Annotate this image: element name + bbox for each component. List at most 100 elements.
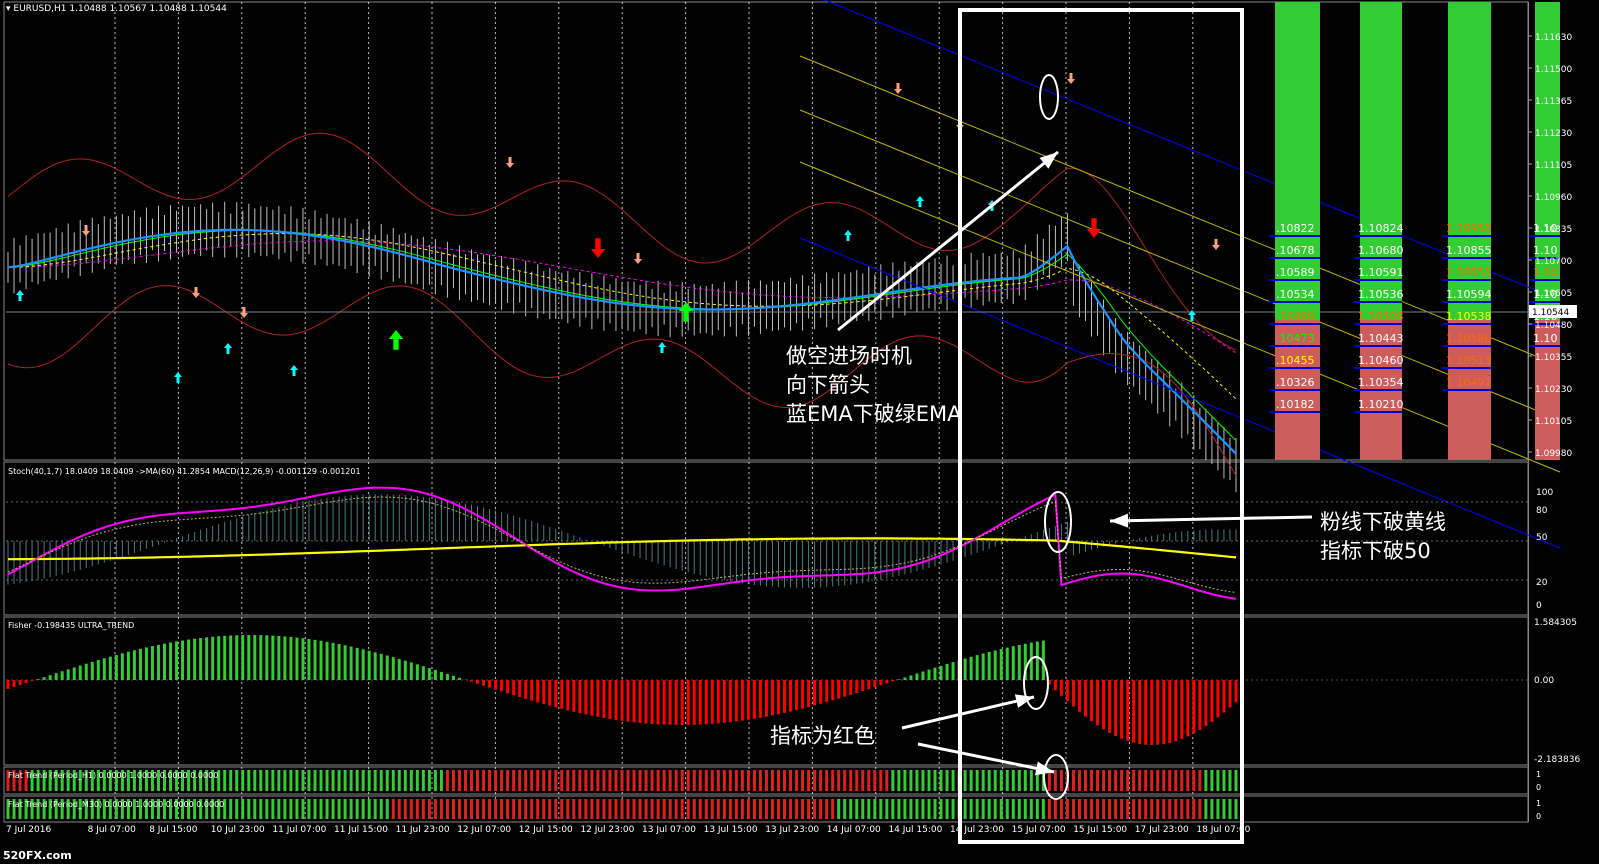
price-pane[interactable] <box>6 0 1561 549</box>
level-label: 1.10958 <box>1446 222 1492 235</box>
fisher-tick-label: 1.584305 <box>1534 618 1577 628</box>
time-tick-label: 14 Jul 15:00 <box>888 825 942 835</box>
price-tick-label: 1.10480 <box>1535 321 1572 331</box>
fisher-pane[interactable] <box>6 635 1528 745</box>
entry-annotation: 做空进场时机 向下箭头 蓝EMA下破绿EMA <box>786 342 962 429</box>
arrow-down-icon-8 <box>506 157 514 168</box>
collapse-triangle-icon[interactable]: ▾ <box>6 4 11 14</box>
arrow-up-icon-7 <box>388 330 404 350</box>
level-label: 1.10538 <box>1446 310 1492 323</box>
stoch-tick-label: 20 <box>1536 578 1548 588</box>
price-tick-label: 1.10605 <box>1535 289 1572 299</box>
level-label: 1.10536 <box>1358 288 1404 301</box>
level-label: 1.10508 <box>1358 310 1404 323</box>
level-columns: .10822 .10678 .10589 .10534 .10480 .10473 .104… <box>1269 2 1560 460</box>
flat-h1-header: Flat Trend (Period_H1) 0.0000 1.0000 0.0… <box>8 771 219 780</box>
price-tick-label: 1.11105 <box>1535 161 1572 171</box>
level-label: .10480 <box>1276 310 1315 323</box>
stoch-line-2: 指标下破50 <box>1320 539 1431 563</box>
price-tick-label: 1.10230 <box>1535 385 1572 395</box>
stoch-pointer-arrow <box>1109 515 1313 523</box>
time-tick-label: 13 Jul 07:00 <box>642 825 696 835</box>
level-label: .10589 <box>1276 266 1315 279</box>
entry-line-3: 蓝EMA下破绿EMA <box>786 402 962 426</box>
level-label: .10182 <box>1276 398 1315 411</box>
stoch-line-1: 粉线下破黄线 <box>1320 510 1446 534</box>
stoch-tick-label: 100 <box>1536 488 1553 498</box>
flat-tick-label: 1 <box>1536 770 1541 779</box>
level-label: 1.10586 <box>1446 332 1492 345</box>
fisher-pointer-arrow-2-head <box>1034 761 1054 776</box>
level-label: 1.10855 <box>1446 244 1492 257</box>
arrow-down-icon-9 <box>590 238 606 258</box>
fisher-annotation: 指标为红色 <box>770 724 875 748</box>
time-tick-label: 11 Jul 07:00 <box>272 825 326 835</box>
price-tick-label: 1.10835 <box>1535 225 1572 235</box>
mt4-chart-window[interactable]: .10822 .10678 .10589 .10534 .10480 .10473 .104… <box>0 0 1599 864</box>
stoch-pane-header: Stoch(40,1,7) 18.0409 18.0409 ->MA(60) 4… <box>8 467 361 476</box>
stoch-tick-label: 80 <box>1536 506 1548 516</box>
price-tick-label: 1.11630 <box>1535 33 1572 43</box>
time-tick-label: 10 Jul 23:00 <box>211 825 265 835</box>
price-tick-label: 1.11230 <box>1535 129 1572 139</box>
ema-green <box>7 229 1237 442</box>
flat-tick-label: 0 <box>1536 783 1541 792</box>
level-label: 1.10443 <box>1358 332 1404 345</box>
arrow-up-icon-13 <box>844 230 852 241</box>
level-label: 1.10852 <box>1446 266 1492 279</box>
watermark-logo: 520FX.com <box>3 849 72 862</box>
time-tick-label: 15 Jul 07:00 <box>1012 825 1066 835</box>
entry-line-2: 向下箭头 <box>786 373 870 397</box>
level-label: .10534 <box>1276 288 1315 301</box>
time-tick-label: 14 Jul 23:00 <box>950 825 1004 835</box>
level-label: 1.10 <box>1533 244 1558 257</box>
arrow-down-icon-1 <box>82 225 90 236</box>
arrow-up-icon-11 <box>658 342 666 353</box>
fisher-pointer-arrow-1 <box>901 695 1035 730</box>
level-label: 1.10 <box>1533 266 1558 279</box>
arrow-up-icon-0 <box>16 290 24 301</box>
price-tick-label: 1.10355 <box>1535 353 1572 363</box>
entry-line-1: 做空进场时机 <box>786 344 912 368</box>
stochastic-pane[interactable] <box>6 486 1528 600</box>
price-tick-label: 1.11500 <box>1535 65 1572 75</box>
time-tick-label: 15 Jul 15:00 <box>1073 825 1127 835</box>
arrow-up-icon-15 <box>916 196 924 207</box>
arrow-down-icon-21 <box>1212 239 1220 250</box>
price-tick-label: 1.09980 <box>1535 449 1572 459</box>
time-tick-label: 12 Jul 15:00 <box>519 825 573 835</box>
time-tick-label: 8 Jul 15:00 <box>149 825 198 835</box>
level-label: 1.10460 <box>1358 354 1404 367</box>
time-tick-label: 13 Jul 23:00 <box>765 825 819 835</box>
arrow-down-icon-10 <box>634 253 642 264</box>
level-label: 1.10354 <box>1358 376 1404 389</box>
price-tick-label: 1.11365 <box>1535 97 1572 107</box>
time-tick-label: 17 Jul 23:00 <box>1135 825 1189 835</box>
level-label: .10326 <box>1276 376 1315 389</box>
arrow-up-icon-6 <box>290 365 298 376</box>
level-label: 1.10491 <box>1446 376 1492 389</box>
level-label: 1.10680 <box>1358 244 1404 257</box>
level-label: 1.10824 <box>1358 222 1404 235</box>
level-label: 1.10591 <box>1358 266 1404 279</box>
price-tick-label: 1.10700 <box>1535 257 1572 267</box>
flat-tick-label: 1 <box>1536 799 1541 808</box>
fisher-pointer-arrow-2 <box>917 742 1055 774</box>
stoch-tick-label: 0 <box>1536 601 1542 611</box>
arrow-down-icon-14 <box>894 83 902 94</box>
price-axis-divider <box>1528 2 1529 822</box>
level-label: 1.10513 <box>1446 354 1492 367</box>
fisher-tick-label: -2.183836 <box>1534 755 1580 765</box>
arrow-up-icon-4 <box>224 343 232 354</box>
stoch-annotation: 粉线下破黄线 指标下破50 <box>1320 508 1446 566</box>
flat-m30-header: Flat Trend (Period_M30) 0.0000 1.0000 0.… <box>8 800 225 809</box>
level-label: 1.10210 <box>1358 398 1404 411</box>
level-label: 1.10594 <box>1446 288 1492 301</box>
time-tick-label: 12 Jul 07:00 <box>457 825 511 835</box>
time-tick-label: 11 Jul 15:00 <box>334 825 388 835</box>
time-tick-label: 8 Jul 07:00 <box>88 825 137 835</box>
entry-pointer-arrow <box>837 150 1059 332</box>
level-label: .10822 <box>1276 222 1315 235</box>
time-tick-label: 11 Jul 23:00 <box>396 825 450 835</box>
price-tick-label: 1.10105 <box>1535 417 1572 427</box>
